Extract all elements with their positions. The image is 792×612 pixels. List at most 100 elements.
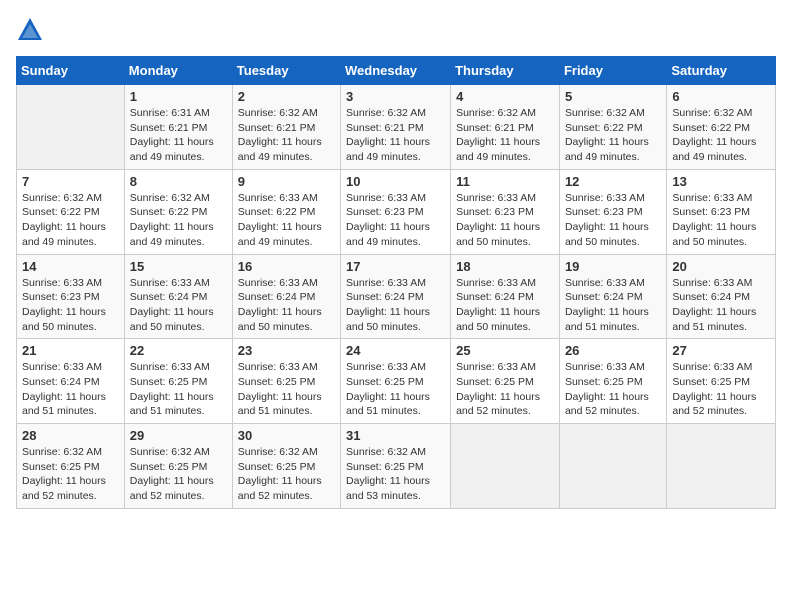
day-info: Sunrise: 6:33 AM Sunset: 6:23 PM Dayligh… — [672, 191, 770, 250]
day-number: 15 — [130, 259, 227, 274]
day-info: Sunrise: 6:32 AM Sunset: 6:25 PM Dayligh… — [238, 445, 335, 504]
day-number: 16 — [238, 259, 335, 274]
day-info: Sunrise: 6:33 AM Sunset: 6:24 PM Dayligh… — [672, 276, 770, 335]
day-cell: 22 Sunrise: 6:33 AM Sunset: 6:25 PM Dayli… — [124, 339, 232, 424]
day-cell: 18Sunrise: 6:33 AM Sunset: 6:24 PM Dayli… — [451, 254, 560, 339]
day-info: Sunrise: 6:32 AM Sunset: 6:22 PM Dayligh… — [22, 191, 119, 250]
day-cell: 31 Sunrise: 6:32 AM Sunset: 6:25 PM Dayli… — [341, 424, 451, 509]
day-cell: 28 Sunrise: 6:32 AM Sunset: 6:25 PM Dayli… — [17, 424, 125, 509]
day-cell: 2 Sunrise: 6:32 AM Sunset: 6:21 PM Daylig… — [232, 85, 340, 170]
day-number: 13 — [672, 174, 770, 189]
day-number: 7 — [22, 174, 119, 189]
week-row-4: 21 Sunrise: 6:33 AM Sunset: 6:24 PM Dayli… — [17, 339, 776, 424]
day-number: 21 — [22, 343, 119, 358]
day-cell: 29 Sunrise: 6:32 AM Sunset: 6:25 PM Dayli… — [124, 424, 232, 509]
day-cell: 7 Sunrise: 6:32 AM Sunset: 6:22 PM Daylig… — [17, 169, 125, 254]
day-number: 11 — [456, 174, 554, 189]
day-number: 17 — [346, 259, 445, 274]
calendar-table: SundayMondayTuesdayWednesdayThursdayFrid… — [16, 56, 776, 509]
day-number: 20 — [672, 259, 770, 274]
day-cell — [451, 424, 560, 509]
day-info: Sunrise: 6:31 AM Sunset: 6:21 PM Dayligh… — [130, 106, 227, 165]
day-number: 25 — [456, 343, 554, 358]
week-row-1: 1 Sunrise: 6:31 AM Sunset: 6:21 PM Daylig… — [17, 85, 776, 170]
day-cell: 19 Sunrise: 6:33 AM Sunset: 6:24 PM Dayli… — [559, 254, 666, 339]
day-number: 2 — [238, 89, 335, 104]
week-row-3: 14 Sunrise: 6:33 AM Sunset: 6:23 PM Dayli… — [17, 254, 776, 339]
day-cell: 21 Sunrise: 6:33 AM Sunset: 6:24 PM Dayli… — [17, 339, 125, 424]
weekday-header-row: SundayMondayTuesdayWednesdayThursdayFrid… — [17, 57, 776, 85]
day-cell: 13 Sunrise: 6:33 AM Sunset: 6:23 PM Dayli… — [667, 169, 776, 254]
day-cell: 11 Sunrise: 6:33 AM Sunset: 6:23 PM Dayli… — [451, 169, 560, 254]
logo-icon — [16, 16, 44, 44]
day-info: Sunrise: 6:32 AM Sunset: 6:22 PM Dayligh… — [672, 106, 770, 165]
page-header — [16, 16, 776, 44]
day-cell: 6Sunrise: 6:32 AM Sunset: 6:22 PM Daylig… — [667, 85, 776, 170]
day-number: 10 — [346, 174, 445, 189]
day-info: Sunrise: 6:32 AM Sunset: 6:25 PM Dayligh… — [22, 445, 119, 504]
day-info: Sunrise: 6:33 AM Sunset: 6:23 PM Dayligh… — [346, 191, 445, 250]
day-info: Sunrise: 6:33 AM Sunset: 6:25 PM Dayligh… — [346, 360, 445, 419]
day-cell: 15Sunrise: 6:33 AM Sunset: 6:24 PM Dayli… — [124, 254, 232, 339]
weekday-header-tuesday: Tuesday — [232, 57, 340, 85]
day-number: 23 — [238, 343, 335, 358]
logo — [16, 16, 48, 44]
day-cell — [667, 424, 776, 509]
day-info: Sunrise: 6:33 AM Sunset: 6:25 PM Dayligh… — [565, 360, 661, 419]
weekday-header-sunday: Sunday — [17, 57, 125, 85]
day-number: 27 — [672, 343, 770, 358]
day-cell: 8Sunrise: 6:32 AM Sunset: 6:22 PM Daylig… — [124, 169, 232, 254]
day-number: 1 — [130, 89, 227, 104]
day-info: Sunrise: 6:33 AM Sunset: 6:25 PM Dayligh… — [238, 360, 335, 419]
day-number: 30 — [238, 428, 335, 443]
day-info: Sunrise: 6:33 AM Sunset: 6:23 PM Dayligh… — [456, 191, 554, 250]
day-info: Sunrise: 6:33 AM Sunset: 6:24 PM Dayligh… — [238, 276, 335, 335]
day-info: Sunrise: 6:32 AM Sunset: 6:22 PM Dayligh… — [565, 106, 661, 165]
day-cell: 10 Sunrise: 6:33 AM Sunset: 6:23 PM Dayli… — [341, 169, 451, 254]
day-number: 28 — [22, 428, 119, 443]
day-info: Sunrise: 6:33 AM Sunset: 6:25 PM Dayligh… — [130, 360, 227, 419]
day-info: Sunrise: 6:33 AM Sunset: 6:25 PM Dayligh… — [672, 360, 770, 419]
day-info: Sunrise: 6:32 AM Sunset: 6:25 PM Dayligh… — [346, 445, 445, 504]
weekday-header-thursday: Thursday — [451, 57, 560, 85]
day-info: Sunrise: 6:33 AM Sunset: 6:25 PM Dayligh… — [456, 360, 554, 419]
day-cell: 12 Sunrise: 6:33 AM Sunset: 6:23 PM Dayli… — [559, 169, 666, 254]
day-cell: 23 Sunrise: 6:33 AM Sunset: 6:25 PM Dayli… — [232, 339, 340, 424]
day-number: 19 — [565, 259, 661, 274]
day-cell: 9 Sunrise: 6:33 AM Sunset: 6:22 PM Daylig… — [232, 169, 340, 254]
day-info: Sunrise: 6:32 AM Sunset: 6:21 PM Dayligh… — [456, 106, 554, 165]
day-number: 14 — [22, 259, 119, 274]
day-cell: 5Sunrise: 6:32 AM Sunset: 6:22 PM Daylig… — [559, 85, 666, 170]
day-info: Sunrise: 6:32 AM Sunset: 6:22 PM Dayligh… — [130, 191, 227, 250]
day-cell: 25 Sunrise: 6:33 AM Sunset: 6:25 PM Dayli… — [451, 339, 560, 424]
day-number: 4 — [456, 89, 554, 104]
week-row-5: 28 Sunrise: 6:32 AM Sunset: 6:25 PM Dayli… — [17, 424, 776, 509]
day-cell: 26Sunrise: 6:33 AM Sunset: 6:25 PM Dayli… — [559, 339, 666, 424]
day-number: 29 — [130, 428, 227, 443]
day-info: Sunrise: 6:32 AM Sunset: 6:25 PM Dayligh… — [130, 445, 227, 504]
day-number: 22 — [130, 343, 227, 358]
day-cell: 4 Sunrise: 6:32 AM Sunset: 6:21 PM Daylig… — [451, 85, 560, 170]
day-info: Sunrise: 6:33 AM Sunset: 6:24 PM Dayligh… — [22, 360, 119, 419]
week-row-2: 7 Sunrise: 6:32 AM Sunset: 6:22 PM Daylig… — [17, 169, 776, 254]
day-info: Sunrise: 6:33 AM Sunset: 6:23 PM Dayligh… — [22, 276, 119, 335]
day-cell — [17, 85, 125, 170]
day-cell: 20 Sunrise: 6:33 AM Sunset: 6:24 PM Dayli… — [667, 254, 776, 339]
day-cell: 16 Sunrise: 6:33 AM Sunset: 6:24 PM Dayli… — [232, 254, 340, 339]
day-cell: 14 Sunrise: 6:33 AM Sunset: 6:23 PM Dayli… — [17, 254, 125, 339]
day-info: Sunrise: 6:33 AM Sunset: 6:23 PM Dayligh… — [565, 191, 661, 250]
day-cell: 3Sunrise: 6:32 AM Sunset: 6:21 PM Daylig… — [341, 85, 451, 170]
day-number: 18 — [456, 259, 554, 274]
day-info: Sunrise: 6:32 AM Sunset: 6:21 PM Dayligh… — [238, 106, 335, 165]
day-number: 31 — [346, 428, 445, 443]
day-number: 9 — [238, 174, 335, 189]
day-number: 12 — [565, 174, 661, 189]
day-cell: 1 Sunrise: 6:31 AM Sunset: 6:21 PM Daylig… — [124, 85, 232, 170]
day-info: Sunrise: 6:33 AM Sunset: 6:22 PM Dayligh… — [238, 191, 335, 250]
day-cell: 30 Sunrise: 6:32 AM Sunset: 6:25 PM Dayli… — [232, 424, 340, 509]
day-cell: 17Sunrise: 6:33 AM Sunset: 6:24 PM Dayli… — [341, 254, 451, 339]
day-number: 3 — [346, 89, 445, 104]
day-info: Sunrise: 6:33 AM Sunset: 6:24 PM Dayligh… — [565, 276, 661, 335]
weekday-header-saturday: Saturday — [667, 57, 776, 85]
day-cell — [559, 424, 666, 509]
